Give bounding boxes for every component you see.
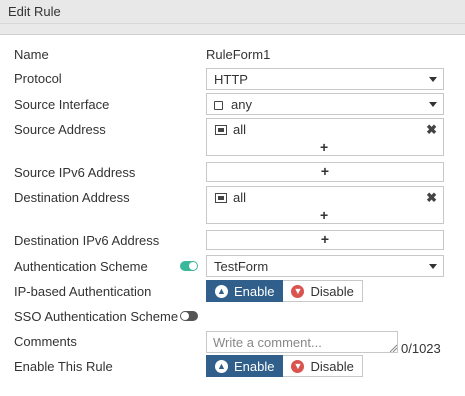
source-interface-label: Source Interface [14,97,110,112]
source-ipv6-label: Source IPv6 Address [14,165,136,180]
arrow-up-circle-icon: ▲ [215,359,228,373]
ip-auth-disable-label: Disable [310,283,354,299]
add-source-address-icon[interactable]: + [320,139,328,155]
enable-this-rule-switch: ▲ Enable ▼ Disable [206,355,363,377]
toggle-knob [189,262,197,270]
add-destination-ipv6-button[interactable]: + [206,230,444,250]
name-value: RuleForm1 [206,47,271,62]
arrow-down-circle-icon: ▼ [291,284,305,298]
destination-address-field[interactable]: all ✖ + [206,186,444,224]
chevron-down-icon [429,102,437,107]
arrow-down-circle-icon: ▼ [291,359,305,373]
authentication-scheme-value: TestForm [214,259,269,274]
sso-authentication-scheme-label: SSO Authentication Scheme [14,309,179,324]
remove-destination-address-icon[interactable]: ✖ [426,190,437,206]
chevron-down-icon [429,77,437,82]
dialog-title: Edit Rule [8,4,61,19]
rule-disable-button[interactable]: ▼ Disable [283,355,363,377]
arrow-up-circle-icon: ▲ [215,284,228,298]
destination-address-entry: all [215,190,246,205]
rule-disable-label: Disable [310,358,354,374]
add-destination-address-icon[interactable]: + [320,207,328,223]
authentication-scheme-toggle[interactable] [180,261,198,271]
source-address-label: Source Address [14,122,106,137]
comments-label: Comments [14,334,77,349]
authentication-scheme-select[interactable]: TestForm [206,255,444,277]
ip-auth-enable-button[interactable]: ▲ Enable [206,280,284,302]
source-address-entry: all [215,122,246,137]
source-interface-select[interactable]: any [206,93,444,115]
source-address-field[interactable]: all ✖ + [206,118,444,156]
dialog-header: Edit Rule [0,0,465,24]
ip-auth-disable-button[interactable]: ▼ Disable [283,280,363,302]
authentication-scheme-label: Authentication Scheme [14,259,148,274]
protocol-label: Protocol [14,71,62,86]
name-label: Name [14,47,49,62]
protocol-value: HTTP [214,72,248,87]
address-object-icon [215,193,227,203]
address-object-icon [215,125,227,135]
rule-enable-label: Enable [234,358,275,374]
chevron-down-icon [429,264,437,269]
ip-auth-enable-label: Enable [234,283,275,299]
destination-address-label: Destination Address [14,190,130,205]
rule-enable-button[interactable]: ▲ Enable [206,355,284,377]
add-source-ipv6-button[interactable]: + [206,162,444,182]
ip-based-authentication-switch: ▲ Enable ▼ Disable [206,280,363,302]
source-address-entry-label: all [233,122,247,137]
remove-source-address-icon[interactable]: ✖ [426,122,437,138]
comment-counter: 0/1023 [401,341,441,356]
ip-based-authentication-label: IP-based Authentication [14,284,152,299]
sso-authentication-scheme-toggle[interactable] [180,311,198,321]
source-interface-value: any [231,97,252,112]
enable-this-rule-label: Enable This Rule [14,359,113,374]
edit-rule-form: Name RuleForm1 Protocol HTTP Source Inte… [0,34,465,396]
destination-address-entry-label: all [233,190,247,205]
destination-ipv6-label: Destination IPv6 Address [14,233,160,248]
toggle-knob [181,312,189,320]
protocol-select[interactable]: HTTP [206,68,444,90]
resize-grip-icon[interactable] [389,344,397,352]
interface-square-icon [214,101,223,110]
comments-textarea[interactable] [206,331,398,353]
